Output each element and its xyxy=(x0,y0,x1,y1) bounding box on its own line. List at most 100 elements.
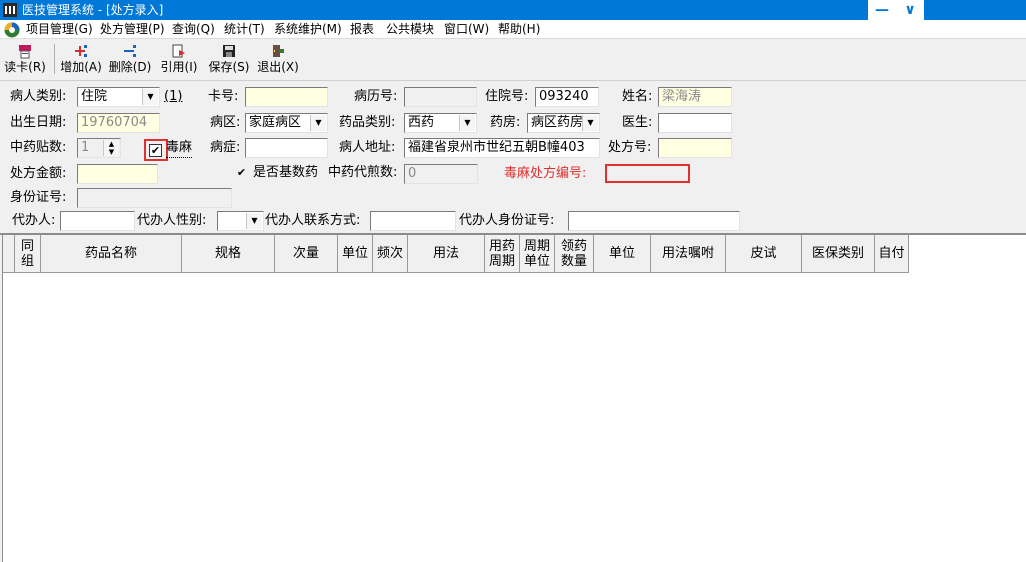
stepper-arrows-icon: ▲ ▼ xyxy=(103,140,119,156)
birth-date-label: 出生日期: xyxy=(10,115,67,130)
grid-header-dispense-qty[interactable]: 领药数量 xyxy=(555,235,594,273)
patient-type-select[interactable]: 住院 ▼ xyxy=(77,87,160,107)
cite-button[interactable]: 引用(I) xyxy=(158,43,200,77)
delete-button[interactable]: 删除(D) xyxy=(108,43,152,77)
card-no-input[interactable] xyxy=(245,87,328,107)
grid-header-usage[interactable]: 用法 xyxy=(408,235,485,273)
delete-row-icon xyxy=(124,45,136,57)
grid-header-instructions[interactable]: 用法嘱咐 xyxy=(651,235,726,273)
agent-id-input[interactable] xyxy=(568,211,740,231)
menu-query[interactable]: 查询(Q) xyxy=(172,21,215,38)
system-logo-icon xyxy=(4,22,20,38)
grid-header-drug-name[interactable]: 药品名称 xyxy=(41,235,182,273)
add-button[interactable]: 增加(A) xyxy=(60,43,102,77)
rx-amount-label: 处方金额: xyxy=(10,166,67,181)
name-input[interactable]: 梁海涛 xyxy=(658,87,732,107)
agent-gender-select[interactable]: ▼ xyxy=(217,211,264,231)
agent-input[interactable] xyxy=(60,211,135,231)
doctor-input[interactable] xyxy=(658,113,732,133)
window-title: 医技管理系统 - [处方录入] xyxy=(22,3,164,17)
agent-contact-label: 代办人联系方式: xyxy=(265,213,361,228)
basic-drug-label: 是否基数药 xyxy=(253,165,319,180)
inpatient-no-label: 住院号: xyxy=(485,89,529,104)
grid-header-cycle-unit[interactable]: 周期单位 xyxy=(520,235,555,273)
ward-label: 病区: xyxy=(210,115,241,130)
drug-type-label: 药品类别: xyxy=(339,115,396,130)
patient-type-code: (1) xyxy=(164,89,183,104)
agent-label: 代办人: xyxy=(12,213,56,228)
grid-header-dose[interactable]: 次量 xyxy=(275,235,338,273)
grid-header-frequency[interactable]: 频次 xyxy=(373,235,408,273)
dropdown-arrow-icon: ▼ xyxy=(310,115,326,131)
address-input[interactable]: 福建省泉州市世纪五朝B幢403 xyxy=(404,138,600,158)
menu-help[interactable]: 帮助(H) xyxy=(498,21,540,38)
record-no-input[interactable] xyxy=(404,87,477,107)
narcotic-rx-no-label: 毒麻处方编号: xyxy=(504,166,587,181)
id-no-label: 身份证号: xyxy=(10,190,67,205)
id-no-input[interactable] xyxy=(77,188,232,208)
decoct-input[interactable]: 0 xyxy=(404,164,478,184)
app-icon xyxy=(3,3,17,17)
dropdown-arrow-icon: ▼ xyxy=(459,115,475,131)
pharmacy-label: 药房: xyxy=(490,115,521,130)
window-controls: — ∨ xyxy=(868,0,924,20)
grid-header-group[interactable]: 同组 xyxy=(15,235,41,273)
floppy-disk-icon xyxy=(223,45,235,57)
card-no-label: 卡号: xyxy=(208,89,239,104)
pharmacy-select[interactable]: 病区药房 ▼ xyxy=(527,113,600,133)
diagnosis-label: 病症: xyxy=(210,140,241,155)
name-label: 姓名: xyxy=(622,89,653,104)
save-button[interactable]: 保存(S) xyxy=(208,43,250,77)
minimize-icon[interactable]: — xyxy=(868,0,896,20)
dropdown-arrow-icon: ▼ xyxy=(142,89,158,105)
rx-amount-input[interactable] xyxy=(77,164,158,184)
read-card-button[interactable]: 读卡(R) xyxy=(4,43,46,77)
menu-window[interactable]: 窗口(W) xyxy=(444,21,489,38)
grid-header-skin-test[interactable]: 皮试 xyxy=(726,235,802,273)
grid-header-spec[interactable]: 规格 xyxy=(182,235,275,273)
card-reader-icon xyxy=(19,45,31,59)
exit-door-icon xyxy=(273,45,284,57)
row-selector-header xyxy=(3,235,15,273)
decoct-label: 中药代煎数: xyxy=(328,165,398,180)
birth-date-input[interactable]: 19760704 xyxy=(77,113,160,133)
rx-no-input[interactable] xyxy=(658,138,732,158)
grid-header-medication-cycle[interactable]: 用药周期 xyxy=(485,235,520,273)
title-bar: 医技管理系统 - [处方录入] — ∨ xyxy=(0,0,1026,20)
dropdown-arrow-icon: ▼ xyxy=(582,115,598,131)
grid-header-unit[interactable]: 单位 xyxy=(338,235,373,273)
herb-doses-label: 中药贴数: xyxy=(10,140,67,155)
grid-header-dispense-unit[interactable]: 单位 xyxy=(594,235,651,273)
toolbar-separator xyxy=(54,44,55,74)
drug-type-select[interactable]: 西药 ▼ xyxy=(404,113,477,133)
menu-reports[interactable]: 报表 xyxy=(350,21,374,38)
agent-id-label: 代办人身份证号: xyxy=(459,213,555,228)
chevron-down-icon[interactable]: ∨ xyxy=(896,0,924,20)
exit-button[interactable]: 退出(X) xyxy=(256,43,300,77)
doctor-label: 医生: xyxy=(622,115,653,130)
herb-doses-stepper[interactable]: 1 ▲ ▼ xyxy=(77,138,121,158)
narcotic-checkbox[interactable]: ✔ xyxy=(149,144,162,157)
address-label: 病人地址: xyxy=(339,140,396,155)
menu-maintenance[interactable]: 系统维护(M) xyxy=(274,21,342,38)
grid-header-self-pay[interactable]: 自付 xyxy=(875,235,909,273)
rx-no-label: 处方号: xyxy=(608,140,652,155)
menu-common[interactable]: 公共模块 xyxy=(386,21,434,38)
ward-select[interactable]: 家庭病区 ▼ xyxy=(245,113,328,133)
menu-project[interactable]: 项目管理(G) xyxy=(26,21,93,38)
prescription-grid[interactable]: 同组 药品名称 规格 次量 单位 频次 用法 用药周期 周期单位 领药数量 单位… xyxy=(2,235,1026,562)
menu-prescription[interactable]: 处方管理(P) xyxy=(100,21,165,38)
record-no-label: 病历号: xyxy=(354,89,398,104)
toolbar-divider xyxy=(0,80,1026,81)
menu-statistics[interactable]: 统计(T) xyxy=(224,21,265,38)
agent-contact-input[interactable] xyxy=(370,211,456,231)
basic-drug-checkbox[interactable]: ✔ xyxy=(235,167,248,180)
patient-type-label: 病人类别: xyxy=(10,89,67,104)
grid-header-insurance-type[interactable]: 医保类别 xyxy=(802,235,875,273)
inpatient-no-input[interactable]: 093240 xyxy=(535,87,599,107)
diagnosis-input[interactable] xyxy=(245,138,328,158)
cite-document-icon xyxy=(172,44,185,58)
agent-gender-label: 代办人性别: xyxy=(137,213,207,228)
dropdown-arrow-icon: ▼ xyxy=(246,213,262,229)
narcotic-rx-no-input[interactable] xyxy=(605,164,690,183)
